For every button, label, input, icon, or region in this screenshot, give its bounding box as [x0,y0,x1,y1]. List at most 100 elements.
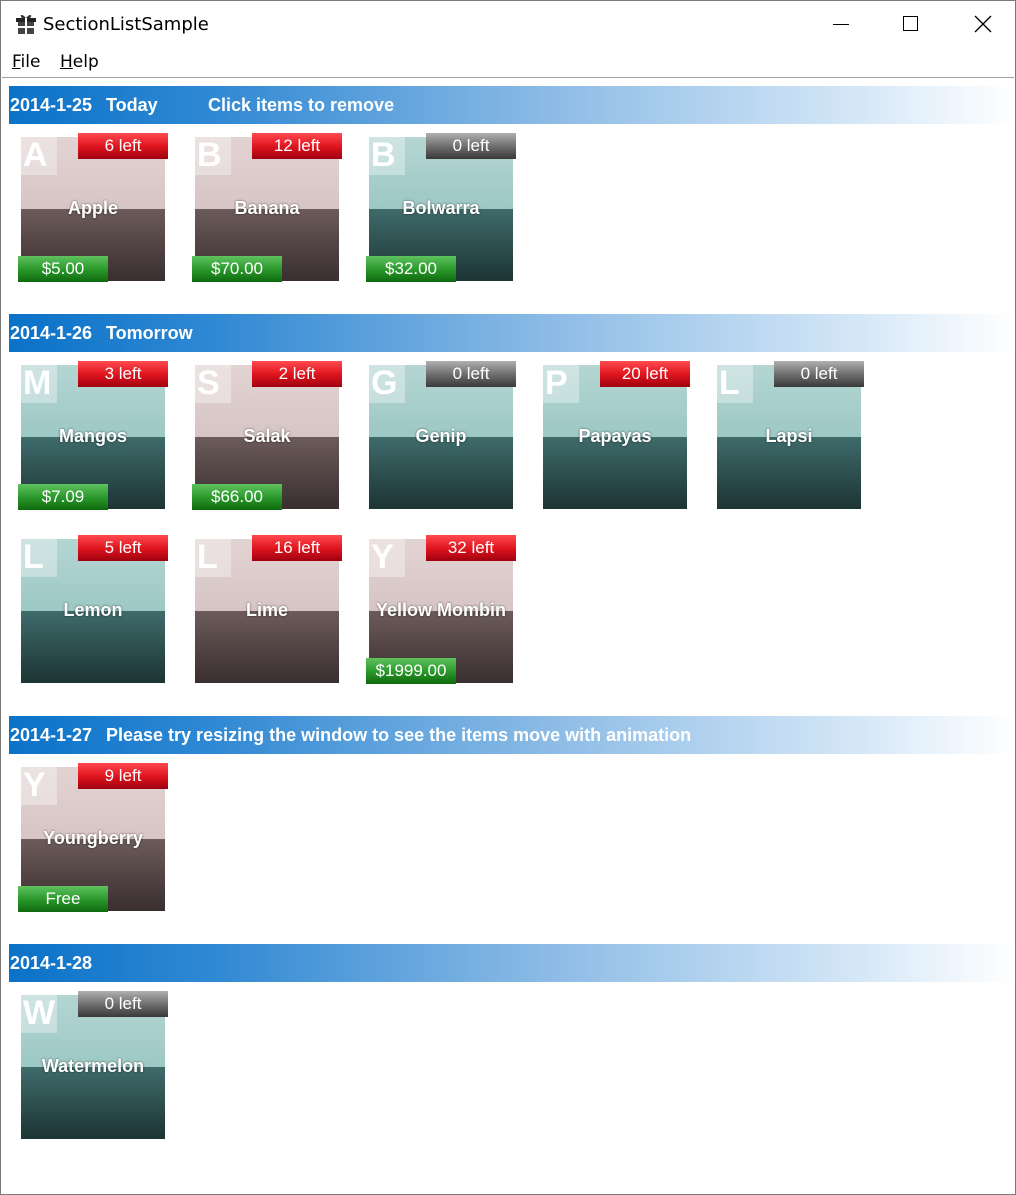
tile-name: Salak [243,426,291,446]
minimize-button[interactable] [805,1,875,47]
letter-box: L [195,539,231,577]
section-header: 2014-1-27 Please try resizing the window… [9,716,1014,754]
minimize-icon [833,24,849,25]
tile-bottom [543,437,687,509]
tile-name: Banana [234,198,300,218]
tile-letter: B [371,137,396,174]
tile-letter: P [545,365,568,402]
letter-box: L [21,539,57,577]
tile-name: Papayas [578,426,652,446]
tile-letter: L [719,365,740,402]
section-date: 2014-1-28 [10,953,93,973]
section-date: 2014-1-25 [10,95,93,115]
section-header: 2014-1-28 [9,944,1014,982]
stock-badge: 3 left [78,361,168,387]
stock-badge: 0 left [774,361,864,387]
fruit-tile[interactable]: W Watermelon 0 left [21,991,168,1139]
maximize-button[interactable] [875,1,945,47]
section-subtitle: Click items to remove [208,95,395,115]
stock-badge: 0 left [426,133,516,159]
window-title: SectionListSample [43,14,209,35]
price-badge: Free [18,886,108,912]
section-header: 2014-1-26 Tomorrow [9,314,1014,352]
tile-name: Apple [67,198,118,218]
tile-letter: A [23,137,48,174]
fruit-tile[interactable]: A Apple 6 left $5.00 [18,133,168,282]
tile-letter: G [371,365,398,402]
stock-badge: 2 left [252,361,342,387]
letter-box: W [21,995,57,1033]
tile-letter: B [197,137,222,174]
fruit-tile[interactable]: B Bolwarra 0 left $32.00 [366,133,516,282]
stock-badge: 32 left [426,535,516,561]
section-date: 2014-1-26 [10,323,93,343]
tile-bottom [717,437,861,509]
section-title: Please try resizing the window to see th… [106,725,692,745]
letter-box: Y [369,539,405,577]
letter-box: L [717,365,753,403]
letter-box: A [21,137,57,175]
letter-box: Y [21,767,57,805]
price-badge: $32.00 [366,256,456,282]
tile-name: Watermelon [41,1056,145,1076]
close-icon [974,15,992,33]
letter-box: M [21,365,57,403]
fruit-tile[interactable]: M Mangos 3 left $7.09 [18,361,168,510]
letter-box: G [369,365,405,403]
fruit-tile[interactable]: L Lemon 5 left [21,535,168,683]
tile-bottom [21,611,165,683]
fruit-tile[interactable]: B Banana 12 left $70.00 [192,133,342,282]
menu-help-rest: elp [72,52,99,72]
fruit-tile[interactable]: L Lapsi 0 left [717,361,864,509]
close-button[interactable] [946,1,1015,47]
app-icon [16,14,36,34]
section-date: 2014-1-27 [10,725,93,745]
price-badge: $7.09 [18,484,108,510]
tile-bottom [195,611,339,683]
menu-help-accel: H [60,52,73,72]
title-bar: SectionListSample [1,1,1015,47]
tile-letter: M [23,365,52,402]
section-title: Today [106,95,158,115]
price-badge: $66.00 [192,484,282,510]
menu-file[interactable]: File [12,52,40,72]
letter-box: B [195,137,231,175]
price-badge: $5.00 [18,256,108,282]
tile-letter: L [197,539,218,576]
letter-box: B [369,137,405,175]
menu-bar: File Help [1,47,1015,77]
section-title: Tomorrow [106,323,193,343]
menu-help[interactable]: Help [60,52,99,72]
tile-name: Lime [245,600,288,620]
fruit-tile[interactable]: P Papayas 20 left [543,361,690,509]
tile-letter: Y [23,767,46,804]
menu-file-rest: ile [20,52,41,72]
fruit-tile[interactable]: G Genip 0 left [369,361,516,509]
stock-badge: 0 left [426,361,516,387]
tile-bottom [369,437,513,509]
fruit-tile[interactable]: Y Youngberry 9 left Free [18,763,168,912]
tile-letter: W [23,995,56,1032]
fruit-tile[interactable]: S Salak 2 left $66.00 [192,361,342,510]
price-badge: $70.00 [192,256,282,282]
tile-letter: L [23,539,44,576]
tile-name: Lemon [63,600,123,620]
tile-letter: Y [371,539,394,576]
stock-badge: 12 left [252,133,342,159]
stock-badge: 5 left [78,535,168,561]
fruit-tile[interactable]: L Lime 16 left [195,535,342,683]
tile-name: Bolwarra [402,198,480,218]
stock-badge: 9 left [78,763,168,789]
stock-badge: 16 left [252,535,342,561]
menu-file-accel: F [12,52,21,72]
section-header: 2014-1-25 Today Click items to remove [9,86,1014,124]
stock-badge: 20 left [600,361,690,387]
fruit-tile[interactable]: Y Yellow Mombin 32 left $1999.00 [366,535,516,684]
tile-name: Yellow Mombin [375,600,506,620]
price-badge: $1999.00 [366,658,456,684]
tile-name: Genip [415,426,467,446]
tile-letter: S [197,365,220,402]
tile-name: Mangos [58,426,127,446]
letter-box: S [195,365,231,403]
tile-bottom [21,1067,165,1139]
